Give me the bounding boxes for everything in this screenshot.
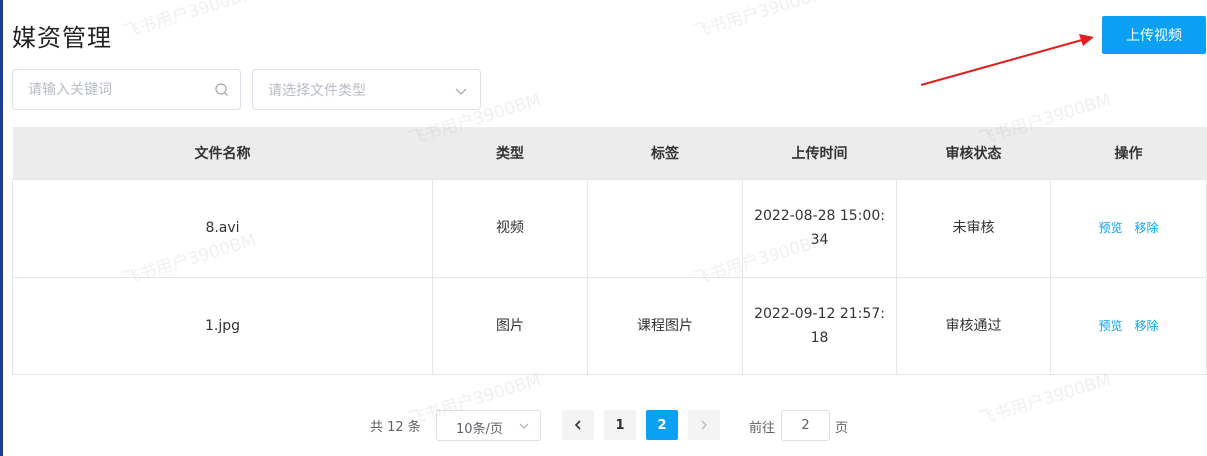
chevron-right-icon [701,420,708,430]
window-left-edge [0,0,3,456]
page-size-select[interactable]: 10条/页 [436,410,541,441]
column-header-actions: 操作 [1050,127,1207,179]
page-size-value: 10条/页 [456,422,503,437]
table-row: 8.avi 视频 2022-08-28 15:00:34 未审核 预览 移除 [12,178,1207,278]
goto-label: 前往 [749,421,776,436]
watermark: 飞书用户3900BM [120,0,259,43]
column-header-upload-time: 上传时间 [742,127,897,179]
column-header-type: 类型 [432,127,588,179]
chevron-down-icon [455,88,467,95]
cell-upload-time: 2022-09-12 21:57:18 [742,276,897,375]
cell-review-status: 审核通过 [896,276,1051,375]
column-header-review-status: 审核状态 [896,127,1051,179]
cell-tag: 课程图片 [587,276,743,375]
column-header-name: 文件名称 [12,127,433,179]
cell-actions: 预览 移除 [1050,178,1207,278]
cell-actions: 预览 移除 [1050,276,1207,375]
chevron-down-icon [519,423,529,429]
cell-type: 图片 [432,276,588,375]
upload-video-button[interactable]: 上传视频 [1102,16,1206,54]
cell-review-status: 未审核 [896,178,1051,278]
keyword-search-box[interactable] [12,69,241,110]
cell-file-name: 8.avi [12,178,433,278]
media-table: 文件名称 类型 标签 上传时间 审核状态 操作 8.avi 视频 2022-08… [12,127,1207,375]
keyword-search-input[interactable] [13,70,203,109]
search-icon[interactable] [214,82,230,98]
goto-suffix: 页 [835,421,849,436]
prev-page-button[interactable] [562,410,594,440]
preview-link[interactable]: 预览 [1098,319,1122,333]
column-header-tag: 标签 [587,127,743,179]
cell-upload-time: 2022-08-28 15:00:34 [742,178,897,278]
cell-tag [587,178,743,278]
cell-file-name: 1.jpg [12,276,433,375]
page-button-2-current[interactable]: 2 [646,410,678,440]
remove-link[interactable]: 移除 [1135,221,1159,235]
remove-link[interactable]: 移除 [1135,319,1159,333]
file-type-placeholder: 请选择文件类型 [268,83,366,99]
chevron-left-icon [574,420,581,430]
watermark: 飞书用户3900BM [690,0,829,43]
goto-page-input[interactable] [781,410,830,441]
page-button-1[interactable]: 1 [604,410,636,440]
cell-type: 视频 [432,178,588,278]
total-count: 共 12 条 [370,420,421,435]
pagination: 共 12 条 10条/页 1 2 前往 页 [0,410,1207,442]
preview-link[interactable]: 预览 [1098,221,1122,235]
next-page-button[interactable] [688,410,720,440]
table-header-row: 文件名称 类型 标签 上传时间 审核状态 操作 [12,127,1207,179]
file-type-select[interactable]: 请选择文件类型 [252,69,481,110]
table-row: 1.jpg 图片 课程图片 2022-09-12 21:57:18 审核通过 预… [12,276,1207,375]
page-title: 媒资管理 [12,24,112,52]
